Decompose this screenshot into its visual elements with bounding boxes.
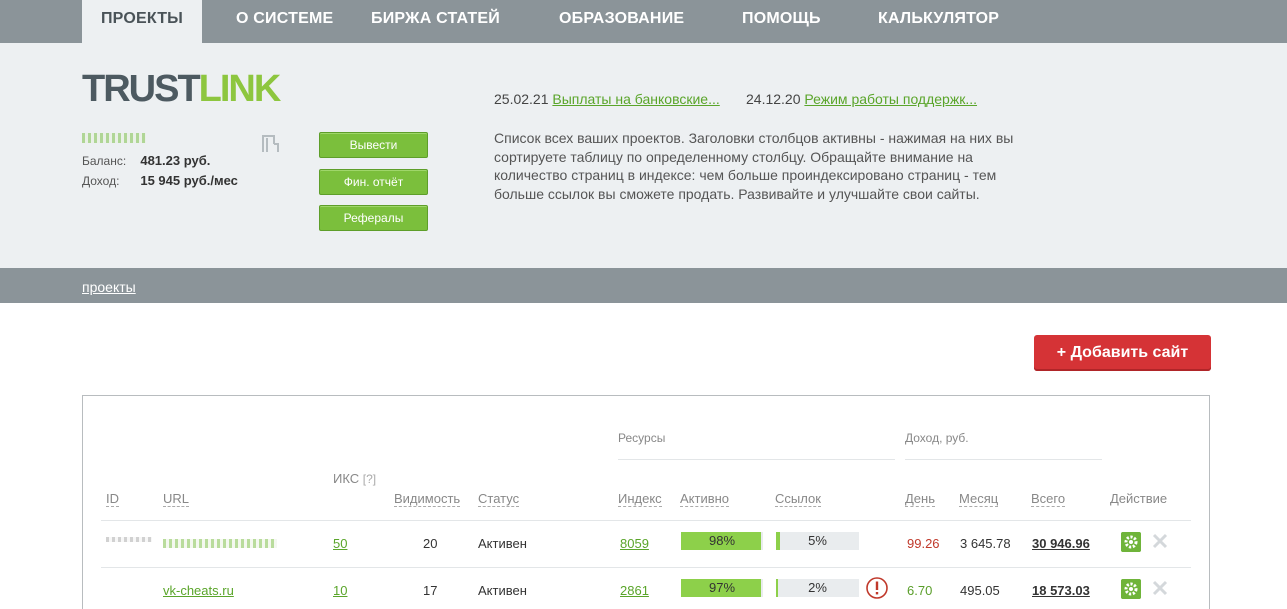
balance-value: 481.23 руб.	[140, 153, 211, 168]
gear-icon[interactable]	[1121, 532, 1141, 552]
column-header-index[interactable]: Индекс	[618, 491, 662, 507]
breadcrumb-projects-link[interactable]: проекты	[82, 279, 136, 295]
index-value-link[interactable]: 2861	[620, 583, 649, 598]
status-value: Активен	[478, 583, 527, 598]
news-link[interactable]: Выплаты на банковские...	[552, 91, 719, 107]
income-day-value: 99.26	[907, 536, 940, 551]
column-header-active[interactable]: Активно	[680, 491, 730, 507]
column-header-links[interactable]: Ссылок	[775, 491, 821, 507]
column-header-status[interactable]: Статус	[478, 491, 520, 507]
links-percent: 5%	[808, 533, 827, 548]
active-progress-bar: 98%	[681, 532, 763, 550]
tab-education[interactable]: ОБРАЗОВАНИЕ	[559, 0, 742, 43]
visibility-value: 17	[423, 583, 438, 598]
active-percent: 98%	[708, 533, 736, 548]
news-date: 24.12.20	[746, 91, 801, 107]
info-text: Список всех ваших проектов. Заголовки ст…	[494, 130, 1014, 202]
links-progress-fill	[776, 532, 781, 550]
breadcrumb: проекты	[0, 268, 1287, 303]
logout-icon[interactable]	[260, 132, 282, 154]
tab-article-exchange[interactable]: БИРЖА СТАТЕЙ	[370, 0, 559, 43]
links-progress-bar: 5%	[776, 532, 859, 550]
iks-header: ИКС [?]	[333, 471, 376, 486]
fin-report-button[interactable]: Фин. отчёт	[319, 169, 428, 195]
income-day-value: 6.70	[907, 583, 933, 598]
trustlink-logo[interactable]: TRUSTLINK	[82, 68, 282, 110]
tab-projects[interactable]: ПРОЕКТЫ	[82, 0, 202, 43]
withdraw-button[interactable]: Вывести	[319, 132, 428, 158]
income-total-link[interactable]: 18 573.03	[1032, 583, 1090, 598]
income-value: 15 945 руб./мес	[140, 173, 238, 188]
project-url-link[interactable]: vk-cheats.ru	[163, 583, 234, 598]
nav-tabs: ПРОЕКТЫ О СИСТЕМЕ БИРЖА СТАТЕЙ ОБРАЗОВАН…	[82, 0, 1038, 43]
header-panel: TRUSTLINK Баланс: 481.23 руб. Доход: 15 …	[0, 43, 1287, 268]
table-row: vk-cheats.ru 10 17 Активен 2861 97% 2% 6…	[101, 567, 1191, 609]
status-value: Активен	[478, 536, 527, 551]
income-label: Доход:	[82, 174, 120, 188]
income-total-link[interactable]: 30 946.96	[1032, 536, 1090, 551]
column-header-url[interactable]: URL	[163, 491, 190, 507]
news-date: 25.02.21	[494, 91, 549, 107]
projects-table: Ресурсы Доход, руб. ИКС [?] ID URL Видим…	[82, 395, 1210, 609]
balance-label: Баланс:	[82, 154, 127, 168]
logo-part-trust: TRUST	[82, 68, 201, 110]
news-item: 25.02.21 Выплаты на банковские...	[494, 91, 720, 107]
group-income-label: Доход, руб.	[905, 431, 969, 445]
project-url-masked[interactable]	[163, 539, 277, 548]
column-header-id[interactable]: ID	[106, 491, 119, 507]
group-resources-divider	[618, 459, 895, 460]
index-value-link[interactable]: 8059	[620, 536, 649, 551]
tab-about-system[interactable]: О СИСТЕМЕ	[220, 0, 370, 43]
income-month-value: 3 645.78	[960, 536, 1011, 551]
links-percent: 2%	[808, 580, 827, 595]
income-month-value: 495.05	[960, 583, 1000, 598]
iks-value-link[interactable]: 50	[333, 536, 347, 551]
group-income-divider	[905, 459, 1102, 460]
username-masked[interactable]	[82, 133, 146, 143]
links-progress-bar: 2%	[776, 579, 859, 597]
table-row: 50 20 Активен 8059 98% 5% 99.26 3 645.78…	[101, 520, 1191, 566]
balance-row: Баланс: 481.23 руб.	[82, 153, 210, 168]
visibility-value: 20	[423, 536, 438, 551]
links-progress-fill	[776, 579, 778, 597]
tab-calculator[interactable]: КАЛЬКУЛЯТОР	[878, 0, 1038, 43]
column-header-visibility[interactable]: Видимость	[394, 491, 461, 507]
active-progress-bar: 97%	[681, 579, 763, 597]
tab-help[interactable]: ПОМОЩЬ	[742, 0, 878, 43]
news-link[interactable]: Режим работы поддержк...	[804, 91, 977, 107]
iks-value-link[interactable]: 10	[333, 583, 347, 598]
add-site-button[interactable]: + Добавить сайт	[1034, 335, 1211, 371]
column-header-total[interactable]: Всего	[1031, 491, 1066, 507]
delete-icon[interactable]	[1151, 578, 1169, 598]
project-id-masked	[106, 537, 152, 542]
active-percent: 97%	[708, 580, 736, 595]
referrals-button[interactable]: Рефералы	[319, 205, 428, 231]
warning-icon[interactable]	[865, 576, 889, 600]
column-header-day[interactable]: День	[905, 491, 935, 507]
news-item: 24.12.20 Режим работы поддержк...	[746, 91, 977, 107]
column-header-action: Действие	[1110, 491, 1168, 506]
iks-label: ИКС	[333, 471, 360, 486]
income-row: Доход: 15 945 руб./мес	[82, 173, 238, 188]
iks-help-link[interactable]: [?]	[363, 472, 376, 486]
logo-part-link: LINK	[198, 68, 282, 110]
top-navigation: ПРОЕКТЫ О СИСТЕМЕ БИРЖА СТАТЕЙ ОБРАЗОВАН…	[0, 0, 1287, 43]
gear-icon[interactable]	[1121, 579, 1141, 599]
column-header-month[interactable]: Месяц	[959, 491, 999, 507]
delete-icon[interactable]	[1151, 531, 1169, 551]
group-resources-label: Ресурсы	[618, 431, 666, 445]
